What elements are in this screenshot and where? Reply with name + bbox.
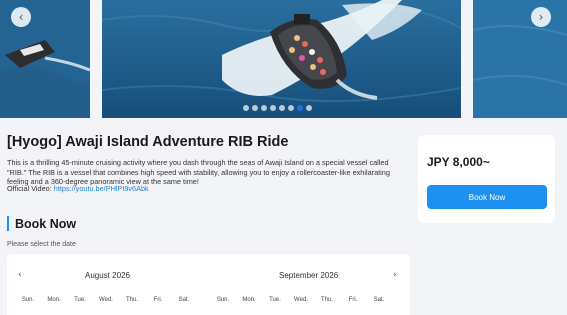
carousel-dot[interactable]	[279, 105, 285, 111]
weekday-label: Tue.	[74, 297, 86, 303]
date-calendar: ‹ August 2026 September 2026 › Sun. Mon.…	[7, 254, 410, 315]
official-video-link[interactable]: https://youtu.be/PHlPI9v6Abk	[54, 184, 149, 193]
carousel-prev-button[interactable]: ‹	[11, 7, 31, 27]
activity-title: [Hyogo] Awaji Island Adventure RIB Ride	[7, 134, 289, 150]
weekday-header-row: Sun. Mon. Tue. Wed. Thu. Fri. Sat.	[210, 297, 392, 303]
calendar-next-month-button[interactable]: ›	[393, 270, 397, 280]
official-video-label: Official Video:	[7, 184, 54, 193]
carousel-dot[interactable]	[297, 105, 303, 111]
weekday-label: Thu.	[320, 297, 333, 303]
rib-boat-photo	[102, 0, 461, 118]
weekday-label: Fri.	[153, 297, 163, 303]
weekday-label: Wed.	[99, 297, 113, 303]
carousel-dot[interactable]	[270, 105, 276, 111]
chevron-right-icon: ›	[538, 10, 544, 24]
book-now-button[interactable]: Book Now	[427, 185, 547, 209]
image-carousel: ‹ ›	[0, 0, 567, 118]
calendar-prev-month-button[interactable]: ‹	[18, 270, 22, 280]
weekday-label: Sat.	[178, 297, 190, 303]
carousel-slide-next[interactable]	[473, 0, 567, 118]
carousel-dot[interactable]	[252, 105, 258, 111]
carousel-pagination	[243, 105, 312, 111]
select-date-hint: Please select the date	[7, 241, 76, 248]
carousel-slide-current[interactable]	[102, 0, 461, 118]
carousel-dot[interactable]	[261, 105, 267, 111]
weekday-label: Thu.	[125, 297, 138, 303]
weekday-label: Mon.	[47, 297, 61, 303]
carousel-dot[interactable]	[243, 105, 249, 111]
book-now-heading: Book Now	[15, 216, 77, 231]
sea-photo-right	[473, 0, 567, 118]
weekday-label: Sun.	[216, 297, 230, 303]
weekday-label: Fri.	[348, 297, 358, 303]
price-label: JPY 8,000~	[427, 155, 490, 169]
book-now-section-header: Book Now	[7, 216, 76, 231]
activity-description: This is a thrilling 45-minute cruising a…	[7, 158, 390, 186]
weekday-label: Sat.	[373, 297, 385, 303]
carousel-dot[interactable]	[288, 105, 294, 111]
weekday-label: Mon.	[242, 297, 256, 303]
chevron-left-icon: ‹	[18, 270, 22, 280]
carousel-dot[interactable]	[306, 105, 312, 111]
weekday-label: Sun.	[21, 297, 35, 303]
calendar-month-title: August 2026	[85, 271, 130, 280]
booking-card: JPY 8,000~ Book Now	[418, 135, 555, 223]
calendar-month-title: September 2026	[279, 271, 339, 280]
chevron-left-icon: ‹	[18, 10, 24, 24]
chevron-right-icon: ›	[393, 270, 397, 280]
official-video-line: Official Video: https://youtu.be/PHlPI9v…	[7, 184, 149, 193]
weekday-label: Wed.	[294, 297, 308, 303]
weekday-label: Tue.	[269, 297, 281, 303]
weekday-header-row: Sun. Mon. Tue. Wed. Thu. Fri. Sat.	[15, 297, 197, 303]
section-accent-bar	[7, 216, 9, 231]
carousel-next-button[interactable]: ›	[531, 7, 551, 27]
